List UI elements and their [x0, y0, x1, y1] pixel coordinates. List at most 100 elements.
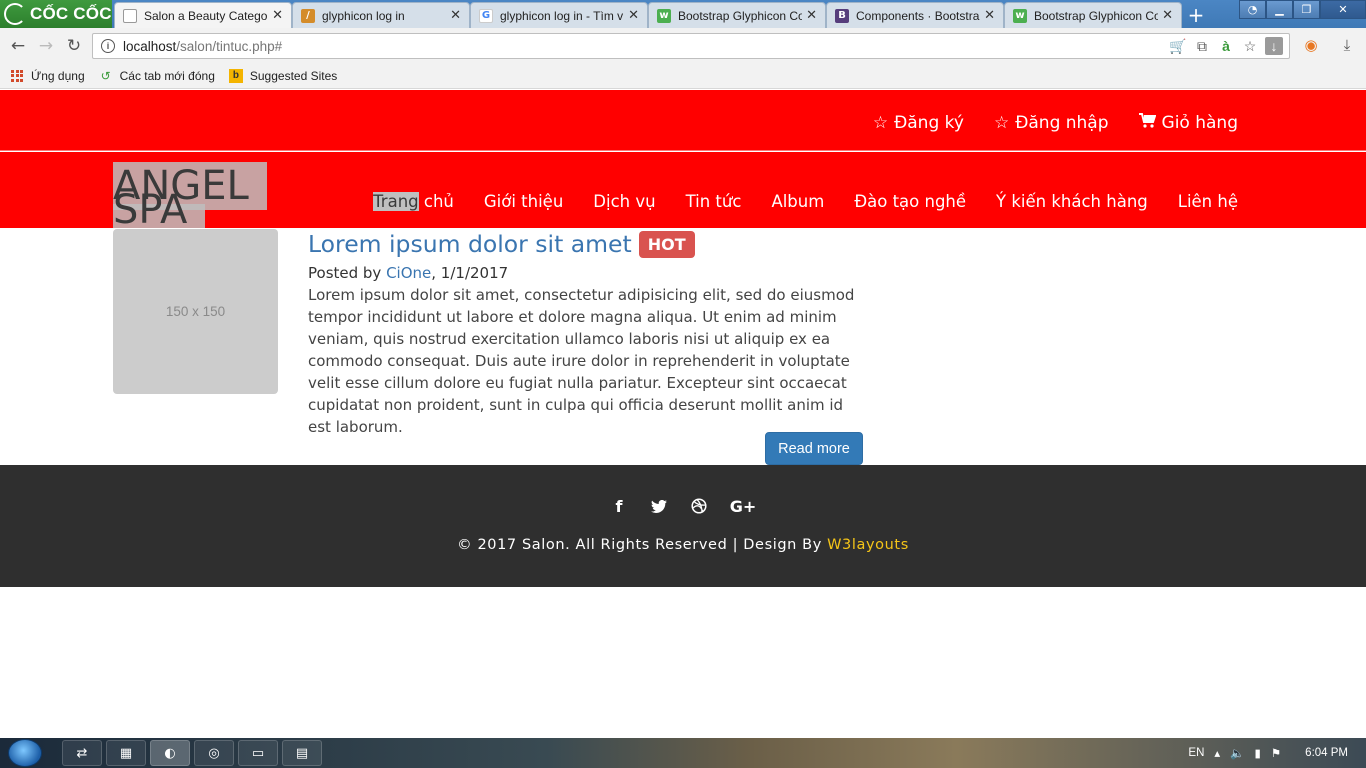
read-more-button[interactable]: Read more	[765, 432, 863, 465]
browser-brand-label: CỐC CỐC	[30, 4, 112, 23]
cart-link[interactable]: Giỏ hàng	[1138, 113, 1238, 133]
main-menu: Trang chủ Giới thiệu Dịch vụ Tin tức Alb…	[373, 192, 1238, 211]
back-button[interactable]: ←	[8, 36, 28, 56]
translate-icon[interactable]: ⧉	[1193, 37, 1211, 55]
login-link[interactable]: ☆ Đăng nhập	[994, 113, 1109, 133]
register-link[interactable]: ☆ Đăng ký	[873, 113, 964, 133]
bookmark-recent-tabs[interactable]: ↺ Các tab mới đóng	[99, 69, 215, 83]
w3schools-icon: w	[1013, 8, 1027, 23]
bing-icon: b	[228, 68, 243, 83]
tab-glyphicon-search[interactable]: / glyphicon log in ✕	[292, 2, 470, 28]
close-window-button[interactable]: ✕	[1320, 0, 1366, 19]
user-icon[interactable]: ◔	[1239, 0, 1266, 19]
menu-item-album[interactable]: Album	[771, 192, 824, 211]
google-plus-icon[interactable]: G+	[730, 495, 757, 517]
post-meta: Posted by CiOne, 1/1/2017	[308, 263, 864, 283]
network-icon[interactable]: ▮	[1255, 746, 1261, 760]
menu-item-about[interactable]: Giới thiệu	[484, 192, 563, 211]
system-tray: EN ▴ 🔈 ▮ ⚑ 6:04 PM	[1188, 738, 1354, 768]
coccoc-taskbar-icon[interactable]: ◐	[150, 740, 190, 766]
restore-button[interactable]: ❐	[1293, 0, 1320, 19]
calculator-icon[interactable]: ▦	[106, 740, 146, 766]
page-blank-area	[0, 587, 1366, 738]
tab-google-search[interactable]: G glyphicon log in - Tìm v ✕	[470, 2, 648, 28]
file-explorer-icon[interactable]: ▭	[238, 740, 278, 766]
social-links: f G+	[0, 495, 1366, 517]
reload-button[interactable]: ↻	[64, 36, 84, 56]
bookmark-star-icon[interactable]: ☆	[1241, 37, 1259, 55]
thumbnail-placeholder-text: 150 x 150	[165, 304, 226, 319]
site-footer: f G+ © 2017 Salon. All Rights Reserved |…	[0, 465, 1366, 587]
start-button[interactable]	[8, 739, 42, 767]
download-icon[interactable]: ⤓	[1337, 35, 1357, 55]
dribbble-icon[interactable]	[690, 495, 708, 517]
site-top-bar: ☆ Đăng ký ☆ Đăng nhập Giỏ hàng	[0, 90, 1366, 151]
chrome-icon[interactable]: ◎	[194, 740, 234, 766]
w3schools-icon: w	[657, 8, 671, 23]
close-icon[interactable]: ✕	[628, 8, 639, 23]
bookmark-apps[interactable]: Ứng dụng	[10, 69, 85, 83]
new-tab-button[interactable]: +	[1182, 3, 1210, 27]
news-content: 150 x 150 Lorem ipsum dolor sit amet HOT…	[0, 228, 1366, 465]
menu-item-news[interactable]: Tin tức	[686, 192, 742, 211]
menu-item-contact[interactable]: Liên hệ	[1178, 192, 1238, 211]
post-heading: Lorem ipsum dolor sit amet HOT	[308, 228, 864, 260]
post-excerpt: Lorem ipsum dolor sit amet, consectetur …	[308, 286, 855, 436]
bookmark-suggested-sites[interactable]: b Suggested Sites	[228, 68, 337, 83]
close-icon[interactable]: ✕	[450, 8, 461, 23]
url-host: localhost	[123, 38, 177, 54]
author-link[interactable]: CiOne	[386, 264, 431, 282]
tab-bootstrap[interactable]: B Components · Bootstrap ✕	[826, 2, 1004, 28]
volume-icon[interactable]: 🔈	[1230, 746, 1244, 760]
taskbar-apps: ⇄ ▦ ◐ ◎ ▭ ▤	[62, 740, 322, 766]
window-controls: ◔ ▁ ❐ ✕	[1239, 0, 1366, 20]
clock[interactable]: 6:04 PM	[1305, 747, 1348, 759]
apps-grid-icon	[10, 69, 24, 83]
browser-brand[interactable]: CỐC CỐC	[0, 0, 112, 28]
account-links: ☆ Đăng ký ☆ Đăng nhập Giỏ hàng	[873, 113, 1238, 133]
tab-w3schools-1[interactable]: w Bootstrap Glyphicon Co ✕	[648, 2, 826, 28]
tab-title: Bootstrap Glyphicon Co	[678, 8, 803, 23]
cart-icon	[1138, 113, 1156, 133]
tab-title: Salon a Beauty Categor	[144, 8, 269, 23]
forward-button[interactable]: →	[36, 36, 56, 56]
menu-item-training[interactable]: Đào tạo nghề	[854, 192, 966, 211]
menu-item-home[interactable]: Trang chủ	[373, 192, 454, 211]
designer-link[interactable]: W3layouts	[827, 537, 909, 553]
menu-home-selected-text: Trang	[373, 192, 419, 211]
posted-by-label: Posted by	[308, 264, 387, 282]
close-icon[interactable]: ✕	[984, 8, 995, 23]
bookmark-label: Các tab mới đóng	[119, 68, 215, 83]
address-bar[interactable]: i localhost/salon/tintuc.php# 🛒 ⧉ à ☆ ↓	[92, 33, 1290, 59]
menu-item-testimonials[interactable]: Ý kiến khách hàng	[996, 192, 1148, 211]
tab-salon[interactable]: Salon a Beauty Categor ✕	[114, 2, 292, 28]
post-thumbnail[interactable]: 150 x 150	[113, 229, 278, 394]
download-arrow-icon[interactable]: ↓	[1265, 37, 1283, 55]
show-hidden-icons-icon[interactable]: ▴	[1214, 746, 1220, 760]
twitter-icon[interactable]	[650, 495, 668, 517]
action-center-icon[interactable]: ⚑	[1271, 746, 1281, 760]
shopping-cart-icon[interactable]: 🛒	[1169, 37, 1187, 55]
tab-title: Components · Bootstrap	[856, 8, 981, 23]
page-icon	[123, 8, 137, 23]
coccoc-dictionary-icon[interactable]: à	[1217, 37, 1235, 55]
facebook-icon[interactable]: f	[610, 495, 628, 517]
tab-title: glyphicon log in	[322, 8, 405, 23]
info-icon[interactable]: i	[101, 39, 115, 53]
menu-home-rest-text: chủ	[418, 192, 454, 211]
minimize-button[interactable]: ▁	[1266, 0, 1293, 19]
close-icon[interactable]: ✕	[1162, 8, 1173, 23]
close-icon[interactable]: ✕	[272, 8, 283, 23]
coccoc-extension-icon[interactable]: ◉	[1301, 35, 1321, 55]
menu-item-services[interactable]: Dịch vụ	[593, 192, 655, 211]
post-title[interactable]: Lorem ipsum dolor sit amet	[308, 230, 632, 258]
tab-w3schools-2[interactable]: w Bootstrap Glyphicon Co ✕	[1004, 2, 1182, 28]
close-icon[interactable]: ✕	[806, 8, 817, 23]
copyright-text: © 2017 Salon. All Rights Reserved | Desi…	[0, 537, 1366, 553]
url-path: /salon/tintuc.php#	[176, 38, 283, 54]
star-icon: ☆	[872, 113, 889, 133]
language-indicator[interactable]: EN	[1188, 747, 1204, 759]
site-logo[interactable]: ANGEL SPA	[113, 162, 267, 232]
teamviewer-icon[interactable]: ⇄	[62, 740, 102, 766]
notepad-icon[interactable]: ▤	[282, 740, 322, 766]
